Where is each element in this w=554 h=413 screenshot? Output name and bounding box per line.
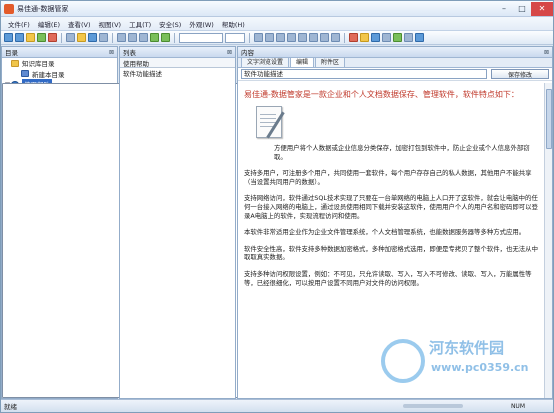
insert-table-icon[interactable] (382, 33, 391, 42)
open-folder-icon[interactable] (77, 33, 86, 42)
document-pen-icon (252, 104, 290, 142)
content-panel-title: 内容 (241, 49, 254, 57)
save-icon[interactable] (88, 33, 97, 42)
title-bar: 易佳通-数据管家 – □ ✕ (1, 1, 553, 17)
toolbar-separator (61, 32, 62, 43)
document-scrollbar[interactable] (544, 83, 552, 398)
close-button[interactable]: ✕ (531, 1, 553, 16)
list-panel-title: 列表 (123, 49, 136, 57)
home-icon[interactable] (26, 33, 35, 42)
menu-appearance[interactable]: 外观(W) (185, 19, 218, 29)
document-paragraph: 本软件非常适用企业作为企业文件管理系统，个人文档管理系统，也能数据服务器等多种方… (244, 228, 526, 237)
list-panel-header: 列表 ⊠ (120, 47, 235, 58)
menu-security[interactable]: 安全(S) (155, 19, 185, 29)
find-icon[interactable] (404, 33, 413, 42)
toolbar-separator (344, 32, 345, 43)
content-tabs: 文字浏览设置 编辑 附件区 (238, 55, 552, 68)
print-icon[interactable] (99, 33, 108, 42)
font-color-icon[interactable] (349, 33, 358, 42)
tree-item-label: 新建本目录 (32, 70, 65, 79)
cut-icon[interactable] (117, 33, 126, 42)
toolbar-separator (112, 32, 113, 43)
align-right-icon[interactable] (309, 33, 318, 42)
options-icon[interactable] (415, 33, 424, 42)
app-window: 易佳通-数据管家 – □ ✕ 文件(F) 编辑(E) 查看(V) 视图(V) 工… (0, 0, 554, 413)
menu-help[interactable]: 帮助(H) (218, 19, 249, 29)
forward-icon[interactable] (15, 33, 24, 42)
insert-image-icon[interactable] (371, 33, 380, 42)
pin-icon[interactable]: ⊠ (544, 49, 549, 56)
tree-item-label: 知识库目录 (22, 60, 55, 69)
title-input[interactable]: 软件功能描述 (241, 69, 487, 79)
num-lock-indicator: NUM (510, 402, 525, 410)
insert-link-icon[interactable] (393, 33, 402, 42)
maximize-button[interactable]: □ (513, 2, 531, 16)
folder-icon (11, 59, 19, 67)
toolbar-separator (249, 32, 250, 43)
toolbar (1, 31, 553, 45)
menu-edit[interactable]: 编辑(E) (34, 19, 64, 29)
menu-bar: 文件(F) 编辑(E) 查看(V) 视图(V) 工具(T) 安全(S) 外观(W… (1, 17, 553, 31)
indent-icon[interactable] (331, 33, 340, 42)
font-family-select[interactable] (179, 32, 223, 43)
save-changes-button[interactable]: 保存修改 (491, 69, 549, 79)
toolbar-separator (174, 32, 175, 43)
status-bar: 就绪 NUM (1, 399, 553, 412)
minimize-button[interactable]: – (495, 2, 513, 16)
document-headline: 易佳通-数据管家是一款企业和个人文档数据保存、管理软件，软件特点如下： (244, 90, 519, 99)
paste-icon[interactable] (139, 33, 148, 42)
list-panel: 列表 ⊠ 使用帮助 软件功能描述 (119, 46, 236, 399)
content-panel: 内容 ⊠ 文字浏览设置 编辑 附件区 软件功能描述 保存修改 易佳通-数据管家是… (237, 46, 553, 399)
list-item[interactable]: 软件功能描述 (120, 68, 235, 78)
tree-items: 知识库目录新建本目录⊟使用帮助⊟收纳文档个人文档★收藏夹日记Password日程… (2, 58, 310, 398)
status-text: 就绪 (4, 403, 17, 411)
menu-file[interactable]: 文件(F) (4, 19, 34, 29)
tree-panel-header: 目录 ⊠ (2, 47, 117, 58)
stop-icon[interactable] (48, 33, 57, 42)
list-icon[interactable] (320, 33, 329, 42)
back-icon[interactable] (4, 33, 13, 42)
tree-panel: 目录 ⊠ 知识库目录新建本目录⊟使用帮助⊟收纳文档个人文档★收藏夹日记Passw… (1, 46, 310, 399)
book-icon (21, 70, 29, 78)
highlight-icon[interactable] (360, 33, 369, 42)
font-size-select[interactable] (225, 32, 245, 43)
undo-icon[interactable] (150, 33, 159, 42)
align-center-icon[interactable] (298, 33, 307, 42)
zoom-slider[interactable] (403, 404, 463, 408)
tree-item[interactable]: 新建本目录 (2, 69, 117, 80)
list-column-header[interactable]: 使用帮助 (120, 58, 235, 68)
copy-icon[interactable] (128, 33, 137, 42)
document-body[interactable]: 易佳通-数据管家是一款企业和个人文档数据保存、管理软件，软件特点如下： 方便用户… (238, 83, 546, 398)
align-left-icon[interactable] (287, 33, 296, 42)
italic-icon[interactable] (265, 33, 274, 42)
document-paragraph: 方便用户将个人数据或企业信息分类保存，加密打包到软件中，防止企业或个人信息外部窃… (274, 144, 530, 161)
menu-view-layout[interactable]: 视图(V) (95, 19, 126, 29)
document-paragraph: 支持网络访问，软件通过SQL技术实现了只要在一台单网络的电脑上人口开了这软件，就… (244, 194, 538, 220)
pin-icon[interactable]: ⊠ (227, 49, 232, 56)
title-row: 软件功能描述 保存修改 (238, 68, 552, 81)
pin-icon[interactable]: ⊠ (109, 49, 114, 56)
redo-icon[interactable] (161, 33, 170, 42)
underline-icon[interactable] (276, 33, 285, 42)
document-paragraph: 软件安全性高，软件支持多种数据加密格式，多种加密格式选用，即便是专拷贝了整个软件… (244, 244, 538, 262)
tree-item[interactable]: 日记 (2, 83, 310, 398)
refresh-icon[interactable] (37, 33, 46, 42)
tree-item[interactable]: 知识库目录 (2, 58, 117, 69)
window-title: 易佳通-数据管家 (17, 4, 69, 13)
tree-panel-title: 目录 (5, 49, 18, 57)
document-paragraph: 支持多用户，可注册多个用户，共同使用一套软件，每个用户存存自己的私人数据，其他用… (244, 169, 532, 186)
menu-view[interactable]: 查看(V) (64, 19, 95, 29)
scrollbar-thumb[interactable] (546, 89, 552, 149)
bold-icon[interactable] (254, 33, 263, 42)
content-panel-header: 内容 ⊠ (238, 47, 552, 58)
new-doc-icon[interactable] (66, 33, 75, 42)
app-icon (4, 3, 14, 14)
document-paragraph: 支持多种访问权限设置，例如：不可见，只允许读取、写入，写入不可修改、读取、写入，… (244, 269, 532, 287)
menu-tools[interactable]: 工具(T) (125, 19, 155, 29)
